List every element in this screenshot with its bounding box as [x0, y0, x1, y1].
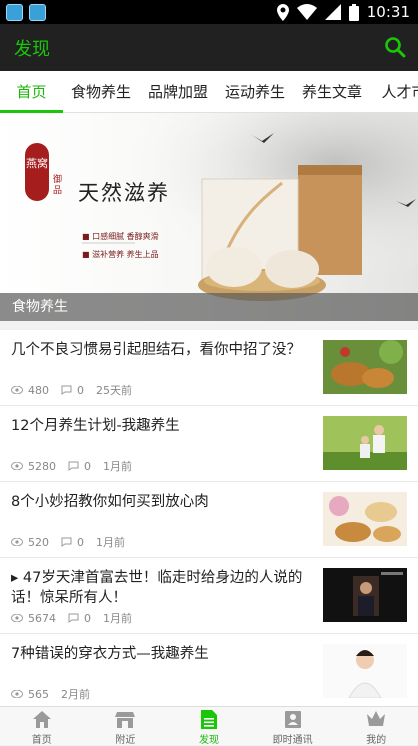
- article-item[interactable]: ▸ 47岁天津首富去世！临走时给身边的人说的话！惊呆所有人！ 5674 0 1月…: [0, 558, 418, 634]
- banner-bullet-1: ■ 口感细腻 香醇爽滑: [82, 232, 159, 241]
- article-title: 7种错误的穿衣方式—我趣养生: [11, 646, 209, 662]
- tab-sports-health[interactable]: 运动养生: [220, 71, 290, 112]
- article-item[interactable]: 12个月养生计划-我趣养生 5280 0 1月前: [0, 406, 418, 482]
- article-thumbnail-couple: [323, 416, 407, 470]
- eye-icon: [11, 462, 23, 470]
- article-meta: 5280 0 1月前: [11, 458, 144, 474]
- view-count: 5280: [28, 459, 56, 473]
- bottom-navigation: 首页 附近 发现 即时通讯 我的: [0, 706, 418, 746]
- tab-home[interactable]: 首页: [0, 71, 63, 112]
- eye-icon: [11, 614, 23, 622]
- article-item[interactable]: 几个不良习惯易引起胆结石，看你中招了没？ 480 0 25天前: [0, 330, 418, 406]
- clock: 10:31: [366, 3, 410, 21]
- article-thumbnail-businessman: [323, 568, 407, 622]
- battery-icon: [348, 3, 359, 21]
- nav-label: 发现: [198, 735, 219, 746]
- wifi-icon: [296, 4, 317, 20]
- article-meta: 480 0 25天前: [11, 382, 144, 398]
- publish-time: 1月前: [96, 536, 125, 549]
- contacts-icon: [284, 711, 301, 728]
- banner-seal-text: 燕窝: [26, 157, 48, 170]
- publish-time: 25天前: [96, 384, 132, 397]
- tab-food-health[interactable]: 食物养生: [66, 71, 136, 112]
- nav-home[interactable]: 首页: [0, 707, 84, 746]
- tab-talent-market[interactable]: 人才市: [374, 71, 418, 112]
- comment-icon: [68, 461, 79, 471]
- notification-icons: [6, 4, 46, 21]
- eye-icon: [11, 386, 23, 394]
- eye-icon: [11, 538, 23, 546]
- app-bar: 发现: [0, 24, 418, 71]
- comment-icon: [68, 613, 79, 623]
- signal-icon: [324, 4, 341, 20]
- app-notification-icon: [6, 4, 23, 21]
- nav-label: 即时通讯: [272, 735, 313, 746]
- article-item[interactable]: 7种错误的穿衣方式—我趣养生 565 2月前: [0, 634, 418, 710]
- view-count: 480: [28, 383, 49, 397]
- nav-nearby[interactable]: 附近: [84, 707, 168, 746]
- banner-side-text: 御品: [53, 175, 63, 196]
- eye-icon: [11, 690, 23, 698]
- nav-label: 我的: [366, 735, 387, 746]
- comment-count: 0: [84, 611, 91, 625]
- shop-icon: [115, 712, 136, 728]
- banner-caption: 食物养生: [12, 299, 68, 315]
- banner-bullet-2: ■ 滋补营养 养生上品: [82, 250, 159, 259]
- article-thumbnail-mooncakes: [323, 340, 407, 394]
- publish-time: 1月前: [103, 612, 132, 625]
- location-icon: [276, 3, 289, 21]
- article-thumbnail-woman: [323, 644, 407, 698]
- page-title: 发现: [14, 39, 50, 60]
- tab-brand-franchise[interactable]: 品牌加盟: [143, 71, 213, 112]
- tab-health-articles[interactable]: 养生文章: [297, 71, 367, 112]
- view-count: 565: [28, 687, 49, 701]
- comment-count: 0: [84, 459, 91, 473]
- app-notification-icon: [29, 4, 46, 21]
- crown-icon: [367, 711, 386, 726]
- article-thumbnail-tea: [323, 492, 407, 546]
- status-bar: 10:31: [0, 0, 418, 24]
- nav-mine[interactable]: 我的: [334, 707, 418, 746]
- banner-carousel[interactable]: 燕窝 御品 天然滋养 ■ 口感细腻 香醇爽滑 ■ 滋补营养 养生上品 食物养生: [0, 113, 418, 321]
- document-icon: [200, 710, 217, 729]
- home-icon: [32, 711, 51, 728]
- banner-headline: 天然滋养: [78, 181, 170, 205]
- article-meta: 520 0 1月前: [11, 534, 137, 550]
- nav-label: 附近: [115, 735, 136, 746]
- view-count: 5674: [28, 611, 56, 625]
- nav-label: 首页: [31, 735, 52, 746]
- banner-image: [0, 113, 418, 321]
- nav-discover[interactable]: 发现: [167, 707, 251, 746]
- article-title: 8个小妙招教你如何买到放心肉: [11, 494, 209, 510]
- article-title: 12个月养生计划-我趣养生: [11, 418, 180, 434]
- article-title: 几个不良习惯易引起胆结石，看你中招了没？: [11, 342, 301, 358]
- comment-count: 0: [77, 535, 84, 549]
- article-meta: 565 2月前: [11, 686, 102, 702]
- publish-time: 1月前: [103, 460, 132, 473]
- comment-icon: [61, 385, 72, 395]
- nav-instant-messaging[interactable]: 即时通讯: [251, 707, 335, 746]
- article-title: ▸ 47岁天津首富去世！临走时给身边的人说的话！惊呆所有人！: [11, 570, 303, 606]
- article-item[interactable]: 8个小妙招教你如何买到放心肉 520 0 1月前: [0, 482, 418, 558]
- view-count: 520: [28, 535, 49, 549]
- comment-icon: [61, 537, 72, 547]
- comment-count: 0: [77, 383, 84, 397]
- article-meta: 5674 0 1月前: [11, 610, 144, 626]
- category-tabs: 首页 食物养生 品牌加盟 运动养生 养生文章 人才市: [0, 71, 418, 113]
- publish-time: 2月前: [61, 688, 90, 701]
- article-list: 几个不良习惯易引起胆结石，看你中招了没？ 480 0 25天前 12个月养生计划…: [0, 330, 418, 710]
- search-icon[interactable]: [384, 36, 406, 58]
